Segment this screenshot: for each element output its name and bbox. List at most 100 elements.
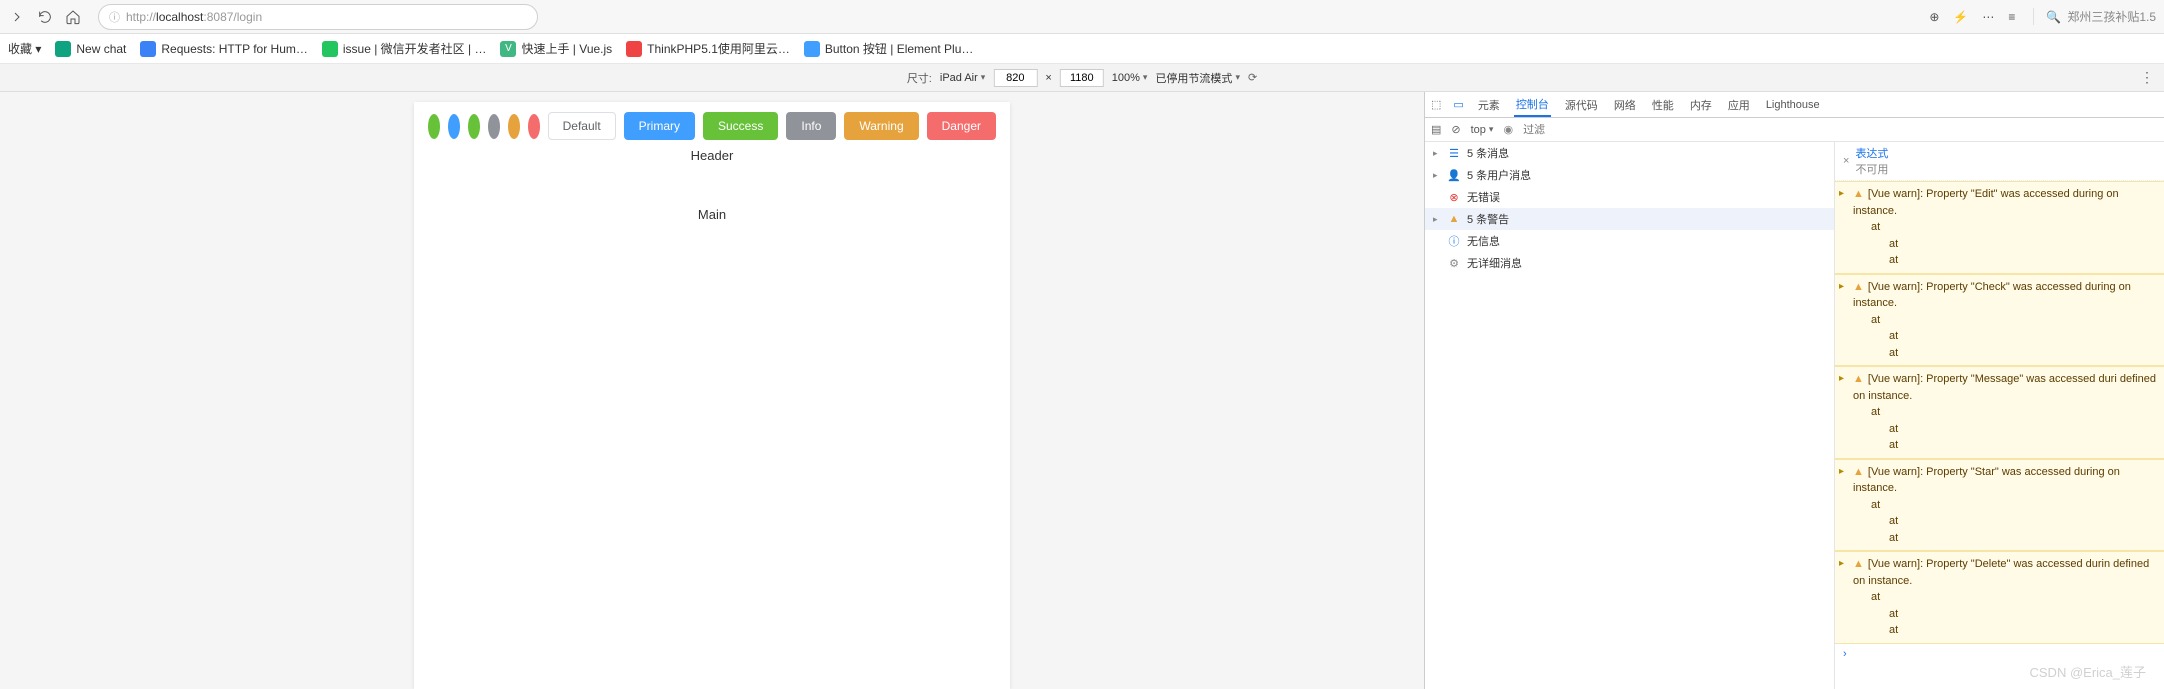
console-warning[interactable]: ▲[Vue warn]: Property "Star" was accesse… xyxy=(1835,459,2164,552)
bookmark-label: New chat xyxy=(76,42,126,56)
info-icon: ⓘ xyxy=(1447,233,1461,249)
console-warning[interactable]: ▲[Vue warn]: Property "Delete" was acces… xyxy=(1835,551,2164,644)
warning-icon: ▲ xyxy=(1853,281,1864,293)
devtools-tab-5[interactable]: 内存 xyxy=(1688,92,1714,117)
sidebar-text: 5 条用户消息 xyxy=(1467,167,1531,183)
inspect-icon[interactable]: ⬚ xyxy=(1431,98,1441,111)
devtools-tab-3[interactable]: 网络 xyxy=(1612,92,1638,117)
device-mode-icon[interactable]: ▭ xyxy=(1453,98,1463,111)
reload-button[interactable] xyxy=(36,8,54,26)
watermark: CSDN @Erica_莲子 xyxy=(2030,662,2147,681)
warning-icon: ▲ xyxy=(1853,558,1864,570)
bookmark-item[interactable]: ThinkPHP5.1使用阿里云… xyxy=(626,40,790,57)
dot-gray xyxy=(488,114,500,139)
bookmark-icon xyxy=(55,41,71,57)
insecure-icon: ⓘ xyxy=(109,9,120,25)
page-main: Main xyxy=(414,167,1010,262)
warn-icon: ▲ xyxy=(1447,213,1461,225)
bookmark-icon xyxy=(140,41,156,57)
zoom-icon[interactable]: ⊕ xyxy=(1929,10,1939,24)
dot-orange xyxy=(508,114,520,139)
flash-icon[interactable]: ⚡ xyxy=(1953,10,1968,24)
close-icon[interactable]: × xyxy=(1843,155,1849,167)
bookmark-item[interactable]: Button 按钮 | Element Plu… xyxy=(804,40,974,57)
favorites-menu[interactable]: 收藏 ▾ xyxy=(8,40,41,57)
bookmark-item[interactable]: issue | 微信开发者社区 | … xyxy=(322,40,487,57)
zoom-select[interactable]: 100% xyxy=(1112,72,1148,84)
primary-button[interactable]: Primary xyxy=(624,112,695,140)
device-viewport: Default Primary Success Info Warning Dan… xyxy=(0,92,1424,689)
console-warning[interactable]: ▲[Vue warn]: Property "Message" was acce… xyxy=(1835,366,2164,459)
console-toolbar: ▤ ⊘ top ◉ xyxy=(1425,118,2164,142)
devtools-tabs: ⬚ ▭ 元素控制台源代码网络性能内存应用 Lighthouse xyxy=(1425,92,2164,118)
devtools-tab-7[interactable]: Lighthouse xyxy=(1764,92,1822,117)
msg-icon: ☰ xyxy=(1447,147,1461,160)
dimension-label: 尺寸: xyxy=(907,70,932,86)
warning-button[interactable]: Warning xyxy=(844,112,918,140)
sidebar-row[interactable]: ▸▲5 条警告 xyxy=(1425,208,1834,230)
warning-icon: ▲ xyxy=(1853,188,1864,200)
page-header: Header xyxy=(414,144,1010,167)
url-bar[interactable]: ⓘ http://localhost:8087/login xyxy=(98,4,538,30)
console-sidebar: ▸☰5 条消息▸👤5 条用户消息⊗无错误▸▲5 条警告ⓘ无信息⚙无详细消息 xyxy=(1425,142,1835,689)
bookmark-item[interactable]: New chat xyxy=(55,40,126,57)
device-menu-icon[interactable]: ⋮ xyxy=(2140,69,2154,86)
bookmark-icon xyxy=(322,41,338,57)
console-warning[interactable]: ▲[Vue warn]: Property "Edit" was accesse… xyxy=(1835,181,2164,274)
devtools-tab-0[interactable]: 元素 xyxy=(1476,92,1502,117)
sidebar-row[interactable]: ▸☰5 条消息 xyxy=(1425,142,1834,164)
bookmark-item[interactable]: V快速上手 | Vue.js xyxy=(500,40,612,57)
user-icon: 👤 xyxy=(1447,169,1461,182)
bookmark-item[interactable]: Requests: HTTP for Hum… xyxy=(140,40,307,57)
bookmark-icon xyxy=(626,41,642,57)
more-icon[interactable]: ⋯ xyxy=(1982,10,1994,24)
sidebar-row[interactable]: ⚙无详细消息 xyxy=(1425,252,1834,274)
clear-console-icon[interactable]: ⊘ xyxy=(1451,123,1460,136)
sidebar-text: 5 条消息 xyxy=(1467,145,1509,161)
stack-icon[interactable]: ≡ xyxy=(2008,10,2015,24)
sidebar-row[interactable]: ⊗无错误 xyxy=(1425,186,1834,208)
search-text: 郑州三孩补贴1.5 xyxy=(2067,8,2156,25)
bookmark-icon xyxy=(804,41,820,57)
console-expr-header: × 表达式 不可用 xyxy=(1835,142,2164,181)
dot-red xyxy=(528,114,540,139)
device-toolbar: 尺寸: iPad Air × 100% 已停用节流模式 ⟳ ⋮ xyxy=(0,64,2164,92)
console-warning[interactable]: ▲[Vue warn]: Property "Check" was access… xyxy=(1835,274,2164,367)
sidebar-text: 无错误 xyxy=(1467,189,1500,205)
devtools-tab-1[interactable]: 控制台 xyxy=(1514,92,1551,117)
device-select[interactable]: iPad Air xyxy=(940,72,985,84)
sidebar-text: 无信息 xyxy=(1467,233,1500,249)
dot-blue xyxy=(448,114,460,139)
forward-button[interactable] xyxy=(8,8,26,26)
sidebar-row[interactable]: ⓘ 无信息 xyxy=(1425,230,1834,252)
live-expr-icon[interactable]: ◉ xyxy=(1503,123,1513,136)
dot-green-2 xyxy=(468,114,480,139)
throttle-select[interactable]: 已停用节流模式 xyxy=(1155,70,1240,86)
devtools-tab-2[interactable]: 源代码 xyxy=(1563,92,1600,117)
verbose-icon: ⚙ xyxy=(1447,257,1461,270)
width-input[interactable] xyxy=(993,69,1037,87)
filter-input[interactable] xyxy=(1523,124,1573,136)
bookmark-label: issue | 微信开发者社区 | … xyxy=(343,40,487,57)
height-input[interactable] xyxy=(1060,69,1104,87)
sidebar-row[interactable]: ▸👤5 条用户消息 xyxy=(1425,164,1834,186)
bookmark-icon: V xyxy=(500,41,516,57)
rotate-icon[interactable]: ⟳ xyxy=(1248,71,1257,84)
devtools-tab-6[interactable]: 应用 xyxy=(1726,92,1752,117)
default-button[interactable]: Default xyxy=(548,112,616,140)
device-frame: Default Primary Success Info Warning Dan… xyxy=(414,102,1010,689)
bookmark-bar: 收藏 ▾ New chat Requests: HTTP for Hum… issu… xyxy=(0,34,2164,64)
danger-button[interactable]: Danger xyxy=(927,112,996,140)
url-text: http://localhost:8087/login xyxy=(126,10,262,24)
sidebar-toggle-icon[interactable]: ▤ xyxy=(1431,123,1441,136)
success-button[interactable]: Success xyxy=(703,112,778,140)
devtools-tab-4[interactable]: 性能 xyxy=(1650,92,1676,117)
sidebar-text: 5 条警告 xyxy=(1467,211,1509,227)
warning-icon: ▲ xyxy=(1853,466,1864,478)
info-button[interactable]: Info xyxy=(786,112,836,140)
console-prompt[interactable]: › xyxy=(1835,644,2164,664)
dot-green xyxy=(428,114,440,139)
context-select[interactable]: top xyxy=(1471,124,1494,136)
home-button[interactable] xyxy=(64,8,82,26)
browser-search[interactable]: 🔍 郑州三孩补贴1.5 xyxy=(2033,8,2156,25)
